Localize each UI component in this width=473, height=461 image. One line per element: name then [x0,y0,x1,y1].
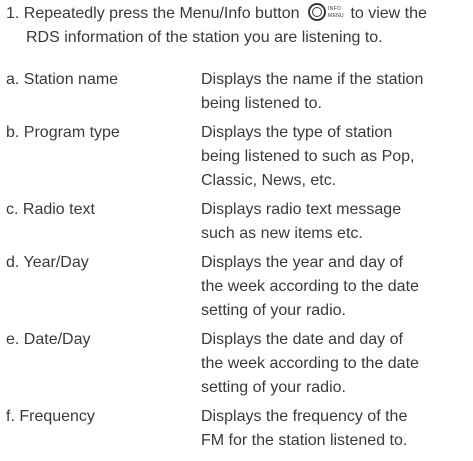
rds-item-frequency: f. Frequency Displays the frequency of t… [6,405,468,453]
rds-description-line: the week according to the date [201,355,419,372]
button-ring-icon [307,3,326,21]
rds-description: Displays radio text message such as new … [201,198,468,246]
rds-item-program-type: b. Program type Displays the type of sta… [6,121,468,193]
rds-description-line: such as new items etc. [201,225,363,242]
rds-description-line: Displays the date and day of [201,331,403,348]
rds-item-station-name: a. Station name Displays the name if the… [6,68,468,116]
rds-description: Displays the type of station being liste… [201,121,468,193]
rds-term: e. Date/Day [6,331,91,348]
rds-description-line: Displays the type of station [201,124,393,141]
rds-term: f. Frequency [6,408,95,425]
rds-description-line: Classic, News, etc. [201,172,337,189]
rds-description-line: Displays the year and day of [201,254,403,271]
rds-item-radio-text: c. Radio text Displays radio text messag… [6,198,468,246]
rds-term: d. Year/Day [6,254,89,271]
rds-description: Displays the date and day of the week ac… [201,328,468,400]
rds-description-line: setting of your radio. [201,302,346,319]
button-label-info: INFO [327,6,342,12]
rds-description-line: setting of your radio. [201,379,346,396]
instruction-line-1: 1. Repeatedly press the Menu/Info button… [6,2,468,26]
rds-description-line: being listened to such as Pop, [201,148,415,165]
rds-description-line: Displays the name if the station [201,71,424,88]
instruction-line-2: RDS information of the station you are l… [26,29,383,46]
rds-description-line: being listened to. [201,95,322,112]
rds-item-year-day: d. Year/Day Displays the year and day of… [6,251,468,323]
rds-term: a. Station name [6,71,119,88]
rds-description-line: the week according to the date [201,278,419,295]
rds-term: b. Program type [6,124,120,141]
rds-info-list: a. Station name Displays the name if the… [6,68,468,458]
instruction-step: 1. Repeatedly press the Menu/Info button… [6,2,468,50]
rds-description-line: Displays the frequency of the [201,408,408,425]
rds-description-line: Displays radio text message [201,201,402,218]
instruction-text-suffix: to view the [350,5,427,22]
rds-description: Displays the frequency of the FM for the… [201,405,468,453]
rds-item-date-day: e. Date/Day Displays the date and day of… [6,328,468,400]
rds-description: Displays the year and day of the week ac… [201,251,468,323]
instruction-text-prefix: 1. Repeatedly press the Menu/Info button [6,5,300,22]
menu-info-button-icon: INFO MENU [307,3,344,21]
rds-description-line: FM for the station listened to. [201,432,408,449]
button-label-menu: MENU [327,13,344,19]
rds-term: c. Radio text [6,201,95,218]
rds-description: Displays the name if the station being l… [201,68,468,116]
